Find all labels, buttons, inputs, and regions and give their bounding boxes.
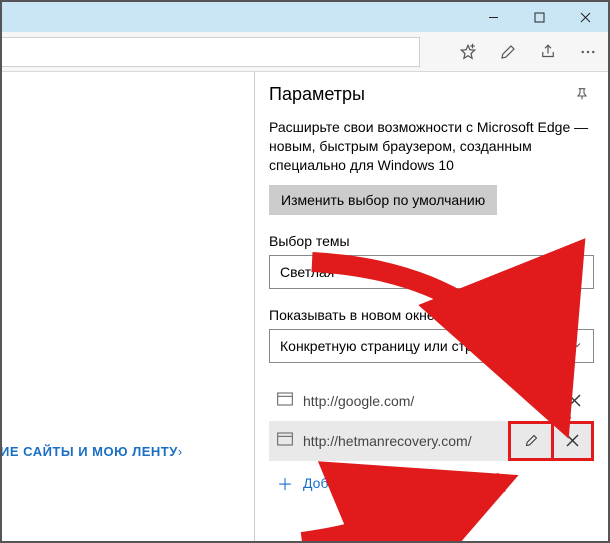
settings-panel-title: Параметры [269,84,365,105]
newtab-content-pane: ИЕ САЙТЫ И МОЮ ЛЕНТУ› [2,72,254,541]
settings-panel: Параметры Расширьте свои возможности с M… [254,72,608,541]
window-close-button[interactable] [562,2,608,32]
startup-page-row: http://google.com/ [269,381,594,421]
pen-icon [499,43,517,61]
close-icon [566,434,579,447]
star-icon [459,43,477,61]
remove-page-button[interactable] [551,424,591,458]
close-icon [568,394,581,407]
pin-icon [574,86,590,102]
edit-page-button[interactable] [511,424,551,458]
page-icon [277,432,293,449]
remove-page-button[interactable] [554,381,594,421]
chevron-down-icon [571,264,583,280]
share-icon [539,43,557,61]
maximize-icon [534,12,545,23]
address-bar[interactable] [0,37,420,67]
minimize-icon [488,12,499,23]
change-default-button[interactable]: Изменить выбор по умолчанию [269,185,497,215]
share-button[interactable] [528,32,568,72]
pin-panel-button[interactable] [570,82,594,106]
startup-section-label: Показывать в новом окне Microsoft Edge [269,307,594,323]
web-notes-button[interactable] [488,32,528,72]
startup-page-url: http://hetmanrecovery.com/ [303,433,498,449]
startup-select-value: Конкретную страницу или страницы [280,338,514,354]
window-titlebar [2,2,608,32]
browser-toolbar [2,32,608,72]
favorites-button[interactable] [448,32,488,72]
top-sites-feed-link[interactable]: ИЕ САЙТЫ И МОЮ ЛЕНТУ› [0,444,183,459]
startup-page-url: http://google.com/ [303,393,544,409]
plus-icon: ＋ [277,471,293,495]
add-page-button[interactable]: ＋ Добавить новую страницу [269,461,594,505]
theme-select-value: Светлая [280,264,334,280]
startup-page-row: http://hetmanrecovery.com/ [269,421,594,461]
pencil-icon [524,433,539,448]
window-maximize-button[interactable] [516,2,562,32]
page-icon [277,392,293,409]
close-icon [580,12,591,23]
chevron-right-icon: › [178,444,183,459]
ellipsis-icon [579,43,597,61]
add-page-label: Добавить новую страницу [303,475,472,491]
theme-section-label: Выбор темы [269,233,594,249]
window-minimize-button[interactable] [470,2,516,32]
top-sites-feed-link-text: ИЕ САЙТЫ И МОЮ ЛЕНТУ [0,444,178,459]
annotation-highlight-box [508,421,594,461]
chevron-down-icon [571,338,583,354]
theme-select[interactable]: Светлая [269,255,594,289]
edge-promo-text: Расширьте свои возможности с Microsoft E… [269,118,594,175]
more-button[interactable] [568,32,608,72]
startup-select[interactable]: Конкретную страницу или страницы [269,329,594,363]
